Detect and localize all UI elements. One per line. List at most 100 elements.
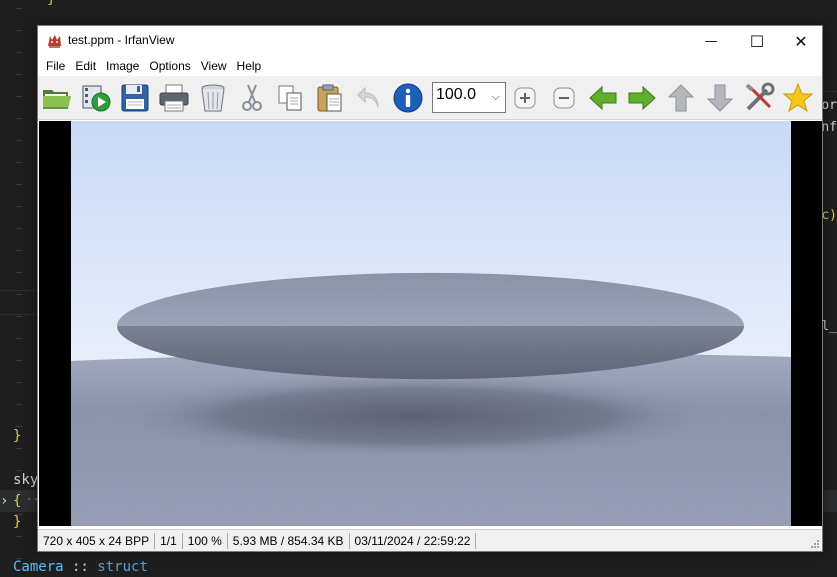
toolbar: 100.0 ⌵ (38, 76, 822, 120)
gutter-mark (16, 536, 22, 537)
up-icon (667, 84, 695, 112)
zoom-out-icon (553, 87, 575, 109)
status-datetime: 03/11/2024 / 22:59:22 (350, 532, 477, 549)
favorites-button[interactable] (781, 81, 815, 115)
image-viewport[interactable] (39, 121, 822, 526)
menu-help[interactable]: Help (232, 56, 267, 76)
menu-view[interactable]: View (196, 56, 232, 76)
gutter-mark (16, 404, 22, 405)
open-button[interactable] (40, 81, 74, 115)
scope-separator: :: (63, 559, 98, 575)
zoom-combobox[interactable]: 100.0 ⌵ (432, 82, 506, 113)
save-button[interactable] (118, 81, 152, 115)
settings-icon (745, 82, 775, 111)
slideshow-button[interactable] (79, 81, 113, 115)
undo-icon (357, 86, 379, 108)
irfanview-cat-icon (46, 32, 63, 49)
close-icon: ✕ (794, 31, 808, 51)
status-bar: 720 x 405 x 24 BPP 1/1 100 % 5.93 MB / 8… (38, 529, 822, 551)
down-button[interactable] (703, 81, 737, 115)
editor-camera-line: Camera :: struct (13, 559, 148, 575)
camera-type-name: Camera (13, 559, 64, 575)
previous-icon (589, 85, 617, 111)
editor-sky-text: sky (13, 472, 39, 488)
next-image-button[interactable] (625, 81, 659, 115)
gutter-mark (16, 316, 22, 317)
print-button[interactable] (157, 81, 191, 115)
gutter-mark (16, 8, 22, 9)
gutter-mark (16, 360, 22, 361)
cut-button[interactable] (235, 81, 269, 115)
properties-button[interactable] (742, 81, 776, 115)
editor-side-fragment: l_ (821, 319, 837, 334)
zoom-out-button[interactable] (547, 81, 581, 115)
status-dimensions: 720 x 405 x 24 BPP (38, 532, 156, 549)
menu-file[interactable]: File (41, 56, 70, 76)
menu-edit[interactable]: Edit (70, 56, 101, 76)
undo-button[interactable] (352, 81, 386, 115)
previous-image-button[interactable] (586, 81, 620, 115)
rendered-image (71, 121, 791, 526)
editor-side-fragment: nf (821, 120, 837, 135)
zoom-in-button[interactable] (508, 81, 542, 115)
menu-image[interactable]: Image (101, 56, 144, 76)
gutter-mark (16, 30, 22, 31)
paste-icon (317, 84, 342, 112)
gutter-mark (16, 514, 22, 515)
minimize-icon: — (704, 33, 718, 49)
maximize-button[interactable]: ☐ (734, 26, 780, 56)
delete-button[interactable] (196, 81, 230, 115)
resize-grip-icon[interactable] (810, 539, 820, 549)
gutter-mark (16, 52, 22, 53)
down-icon (706, 84, 734, 112)
minimize-button[interactable]: — (688, 26, 734, 56)
struct-keyword: struct (97, 559, 148, 575)
cut-icon (242, 84, 262, 111)
gutter-mark (16, 272, 22, 273)
gutter-mark (16, 382, 22, 383)
zoom-value: 100.0 (436, 86, 477, 103)
irfanview-window: test.ppm - IrfanView — ☐ ✕ File Edit Ima… (37, 25, 823, 552)
window-title: test.ppm - IrfanView (68, 33, 175, 47)
copy-button[interactable] (274, 81, 308, 115)
info-button[interactable] (391, 81, 425, 115)
editor-divider (0, 290, 40, 291)
gutter-mark (16, 74, 22, 75)
editor-divider (823, 91, 837, 92)
info-icon (393, 83, 423, 113)
gutter-mark (16, 426, 22, 427)
gutter-mark (16, 558, 22, 559)
gutter-mark (16, 206, 22, 207)
close-button[interactable]: ✕ (778, 26, 824, 56)
maximize-icon: ☐ (749, 31, 765, 51)
gutter-mark (16, 184, 22, 185)
next-icon (628, 85, 656, 111)
fold-chevron-icon[interactable]: › (0, 493, 8, 509)
editor-side-fragment: or (821, 98, 837, 113)
title-bar[interactable]: test.ppm - IrfanView — ☐ ✕ (38, 26, 822, 56)
editor-brace-close: } (13, 428, 22, 444)
status-page: 1/1 (155, 532, 183, 549)
delete-icon (201, 84, 225, 112)
editor-brace-open: { (13, 493, 22, 509)
gutter-mark (16, 294, 22, 295)
menu-bar: File Edit Image Options View Help (38, 56, 822, 76)
save-icon (121, 84, 149, 112)
slideshow-icon (82, 85, 111, 112)
gutter-mark (16, 492, 22, 493)
gutter-mark (16, 228, 22, 229)
status-zoom: 100 % (183, 532, 228, 549)
up-button[interactable] (664, 81, 698, 115)
menu-options[interactable]: Options (144, 56, 195, 76)
gutter-mark (16, 96, 22, 97)
editor-divider (0, 314, 40, 315)
zoom-in-icon (514, 87, 536, 109)
print-icon (159, 84, 189, 112)
editor-brace-close: } (13, 514, 22, 530)
editor-side-fragment: c) (821, 208, 837, 223)
gutter-mark (16, 162, 22, 163)
paste-button[interactable] (313, 81, 347, 115)
gutter-mark (16, 448, 22, 449)
chevron-down-icon[interactable]: ⌵ (492, 90, 500, 104)
gutter-mark (16, 338, 22, 339)
